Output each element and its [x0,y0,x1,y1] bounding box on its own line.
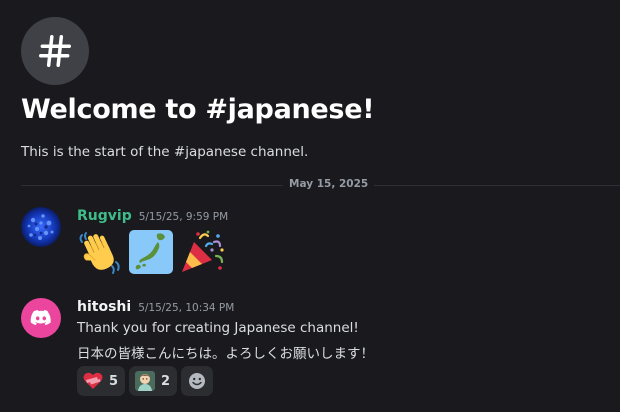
reaction-count: 2 [161,373,171,389]
welcome-title: Welcome to #japanese! [21,94,375,125]
heart-bandage-emoji [83,372,103,389]
japan-map-emoji[interactable] [127,228,175,276]
emoji-content [76,228,226,276]
message-header: hitoshi 5/15/25, 10:34 PM [77,299,234,315]
waving-hand-emoji[interactable] [76,228,124,276]
message-header: Rugvip 5/15/25, 9:59 PM [77,208,228,224]
message-text-line: Thank you for creating Japanese channel! [77,320,359,336]
welcome-subtitle: This is the start of the #japanese chann… [21,144,309,160]
avatar-rugvip[interactable] [21,207,61,247]
message-timestamp[interactable]: 5/15/25, 9:59 PM [139,211,228,223]
reaction-heart-bandage[interactable]: 5 [77,366,126,396]
reaction-count: 5 [109,373,119,389]
discord-logo-icon [30,310,51,326]
reaction-baby[interactable]: 2 [129,366,178,396]
reactions-bar: 5 2 [77,366,214,396]
message-timestamp[interactable]: 5/15/25, 10:34 PM [138,302,234,314]
baby-custom-emoji [135,371,156,391]
smiley-icon [189,373,206,389]
date-divider-label: May 15, 2025 [283,178,375,190]
party-popper-emoji[interactable] [178,228,226,276]
username-hitoshi[interactable]: hitoshi [77,299,131,315]
channel-hash-icon [21,17,89,85]
message-text-line: 日本の皆様こんにちは。よろしくお願いします！ [77,346,374,362]
chat-view: Welcome to #japanese! This is the start … [0,0,620,412]
username-rugvip[interactable]: Rugvip [77,208,132,224]
avatar-hitoshi[interactable] [21,298,61,338]
hash-icon [39,35,71,67]
add-reaction-button[interactable] [181,366,214,396]
